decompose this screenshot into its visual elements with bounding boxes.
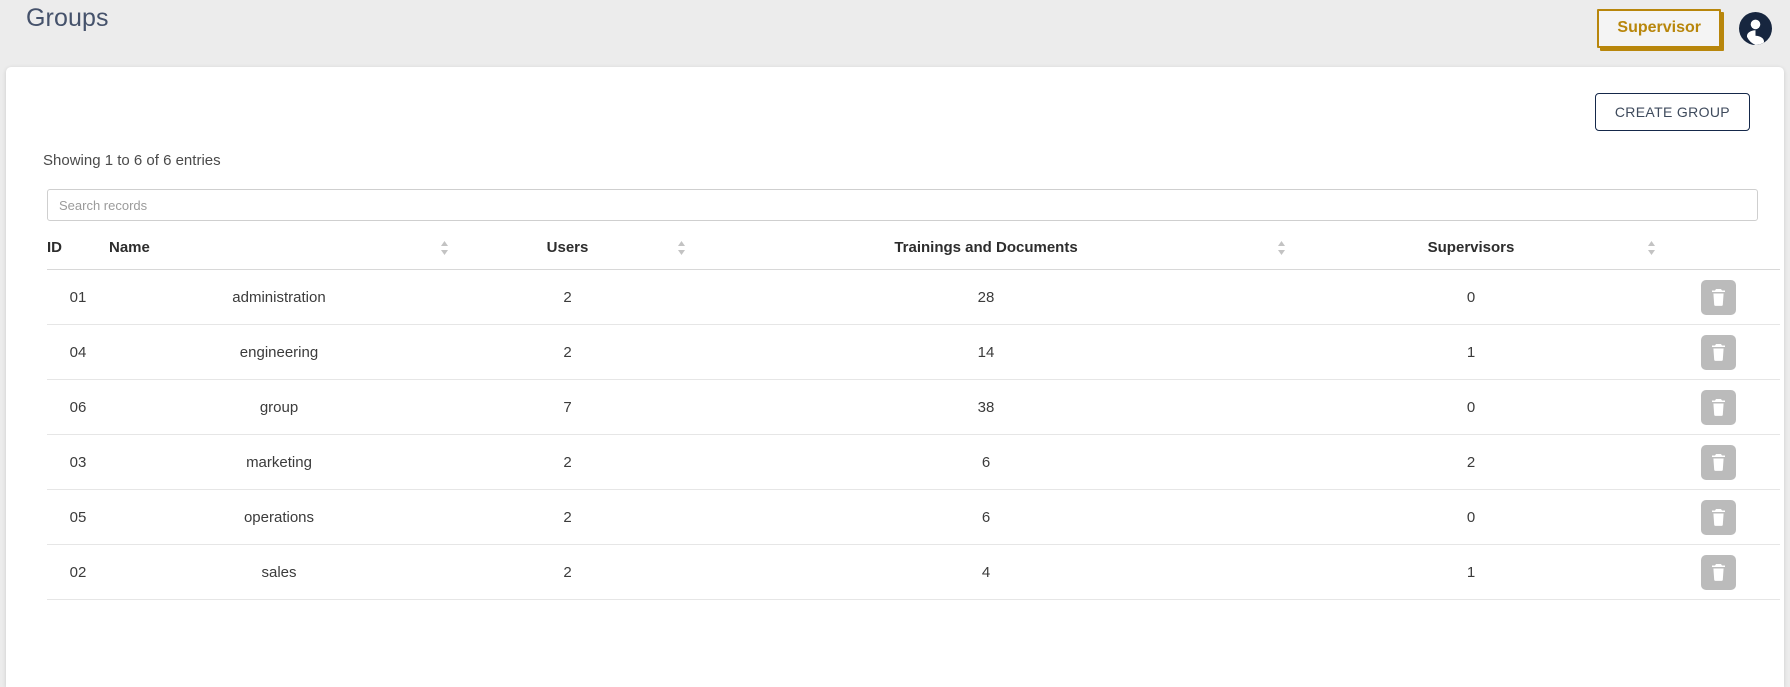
cell-supervisors: 0 xyxy=(1286,489,1656,545)
table-row: 03 marketing 2 6 2 xyxy=(47,434,1780,490)
cell-users: 2 xyxy=(449,489,686,545)
column-label-name: Name xyxy=(109,239,150,256)
column-header-name[interactable]: Name xyxy=(109,239,449,270)
table-row: 02 sales 2 4 1 xyxy=(47,544,1780,600)
top-bar-actions: Supervisor xyxy=(1597,9,1772,48)
sort-arrows-icon[interactable] xyxy=(440,240,449,255)
cell-name: sales xyxy=(109,544,449,600)
delete-group-button[interactable] xyxy=(1700,389,1736,425)
cell-name: engineering xyxy=(109,324,449,380)
cell-users: 7 xyxy=(449,379,686,435)
delete-group-button[interactable] xyxy=(1700,334,1736,370)
sort-arrows-icon[interactable] xyxy=(677,240,686,255)
table-row: 06 group 7 38 0 xyxy=(47,379,1780,435)
delete-group-button[interactable] xyxy=(1700,279,1736,315)
cell-users: 2 xyxy=(449,434,686,490)
cell-users: 2 xyxy=(449,269,686,325)
cell-actions xyxy=(1656,269,1780,325)
cell-supervisors: 1 xyxy=(1286,544,1656,600)
cell-name: administration xyxy=(109,269,449,325)
create-group-button[interactable]: CREATE GROUP xyxy=(1594,93,1750,131)
cell-id: 06 xyxy=(47,379,109,435)
entries-info: Showing 1 to 6 of 6 entries xyxy=(43,152,221,169)
cell-users: 2 xyxy=(449,324,686,380)
groups-card: CREATE GROUP Showing 1 to 6 of 6 entries… xyxy=(6,67,1784,687)
cell-id: 01 xyxy=(47,269,109,325)
column-header-users[interactable]: Users xyxy=(449,239,686,270)
delete-group-button[interactable] xyxy=(1700,499,1736,535)
cell-supervisors: 1 xyxy=(1286,324,1656,380)
cell-trainings: 4 xyxy=(686,544,1286,600)
cell-name: operations xyxy=(109,489,449,545)
table-row: 01 administration 2 28 0 xyxy=(47,269,1780,325)
table-header-row: ID Name Users Trainings and Documents Su… xyxy=(47,239,1780,270)
cell-id: 04 xyxy=(47,324,109,380)
delete-group-button[interactable] xyxy=(1700,554,1736,590)
account-circle-icon[interactable] xyxy=(1739,12,1772,45)
cell-trainings: 14 xyxy=(686,324,1286,380)
role-switch-button[interactable]: Supervisor xyxy=(1597,9,1721,48)
trash-icon xyxy=(1711,288,1726,306)
cell-id: 03 xyxy=(47,434,109,490)
cell-actions xyxy=(1656,544,1780,600)
column-label-users: Users xyxy=(546,239,589,256)
table-row: 05 operations 2 6 0 xyxy=(47,489,1780,545)
table-body: 01 administration 2 28 0 04 engineering … xyxy=(47,269,1780,600)
column-header-id: ID xyxy=(47,239,109,270)
card-toolbar: CREATE GROUP xyxy=(6,67,1784,131)
cell-actions xyxy=(1656,489,1780,545)
column-header-actions xyxy=(1656,239,1780,270)
cell-supervisors: 2 xyxy=(1286,434,1656,490)
trash-icon xyxy=(1711,453,1726,471)
cell-actions xyxy=(1656,434,1780,490)
search-field-wrapper xyxy=(6,169,1784,221)
trash-icon xyxy=(1711,343,1726,361)
column-label-supervisors: Supervisors xyxy=(1427,239,1515,256)
column-header-trainings-and-documents[interactable]: Trainings and Documents xyxy=(686,239,1286,270)
cell-supervisors: 0 xyxy=(1286,269,1656,325)
delete-group-button[interactable] xyxy=(1700,444,1736,480)
page-title: Groups xyxy=(26,4,109,32)
sort-arrows-icon[interactable] xyxy=(1647,240,1656,255)
cell-users: 2 xyxy=(449,544,686,600)
sort-arrows-icon[interactable] xyxy=(1277,240,1286,255)
search-input[interactable] xyxy=(47,189,1758,221)
top-bar: Groups Supervisor xyxy=(0,0,1790,67)
column-header-supervisors[interactable]: Supervisors xyxy=(1286,239,1656,270)
table-row: 04 engineering 2 14 1 xyxy=(47,324,1780,380)
trash-icon xyxy=(1711,563,1726,581)
cell-trainings: 6 xyxy=(686,434,1286,490)
trash-icon xyxy=(1711,398,1726,416)
cell-trainings: 38 xyxy=(686,379,1286,435)
cell-actions xyxy=(1656,324,1780,380)
table-header: ID Name Users Trainings and Documents Su… xyxy=(47,239,1780,270)
cell-supervisors: 0 xyxy=(1286,379,1656,435)
groups-table: ID Name Users Trainings and Documents Su… xyxy=(47,239,1780,600)
cell-trainings: 28 xyxy=(686,269,1286,325)
cell-id: 05 xyxy=(47,489,109,545)
cell-name: marketing xyxy=(109,434,449,490)
cell-trainings: 6 xyxy=(686,489,1286,545)
column-label-id: ID xyxy=(47,239,62,256)
trash-icon xyxy=(1711,508,1726,526)
cell-id: 02 xyxy=(47,544,109,600)
cell-actions xyxy=(1656,379,1780,435)
cell-name: group xyxy=(109,379,449,435)
column-label-trainings-and-documents: Trainings and Documents xyxy=(894,239,1078,256)
